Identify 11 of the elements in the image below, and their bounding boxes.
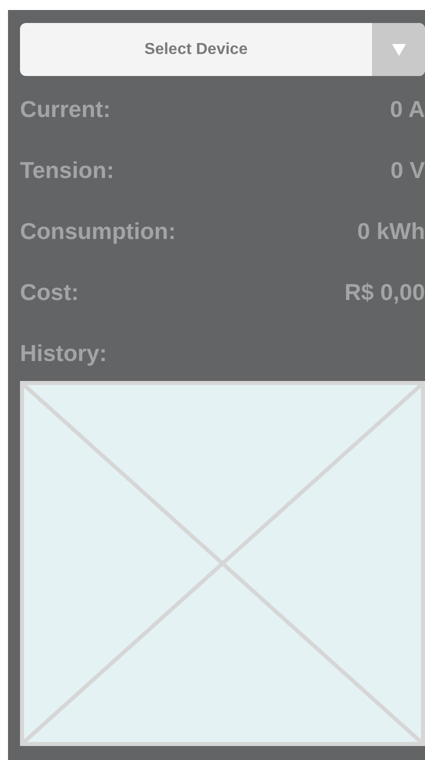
history-label: History: (20, 339, 108, 368)
device-select[interactable]: Select Device (20, 23, 425, 76)
reading-label: Tension: (20, 156, 114, 184)
reading-value: R$ 0,00 (344, 278, 425, 306)
reading-value: 0 kWh (357, 217, 425, 245)
reading-label: Consumption: (20, 217, 176, 245)
reading-label: Cost: (20, 278, 79, 306)
reading-label: Current: (20, 95, 111, 123)
reading-value: 0 A (390, 95, 425, 123)
dropdown-arrow-icon (392, 44, 406, 56)
reading-value: 0 V (390, 156, 425, 184)
